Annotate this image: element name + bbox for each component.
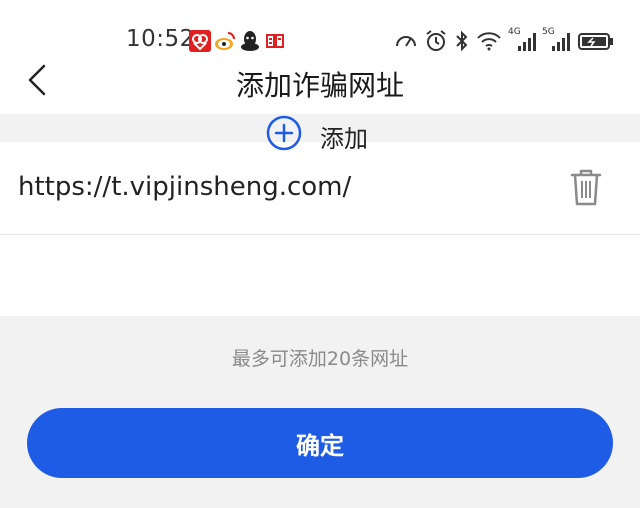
bluetooth-icon	[454, 29, 470, 53]
battery-icon	[578, 29, 614, 53]
signal-4g-icon: 4G	[508, 27, 536, 53]
status-bar: 10:52 4G 5G	[0, 22, 640, 58]
add-url-button[interactable]	[0, 235, 640, 316]
alarm-icon	[424, 29, 448, 53]
system-icons: 4G 5G	[394, 27, 614, 54]
confirm-button[interactable]: 确定	[27, 408, 613, 478]
plus-circle-icon[interactable]	[266, 115, 302, 151]
url-list-item: https://t.vipjinsheng.com/	[0, 142, 640, 235]
top-bar: 10:52 4G 5G 添加诈骗网址	[0, 0, 640, 114]
wifi-icon	[476, 29, 502, 53]
url-text[interactable]: https://t.vipjinsheng.com/	[18, 172, 351, 202]
weibo-icon	[215, 32, 235, 50]
add-url-label[interactable]: 添加	[320, 119, 368, 154]
speed-icon	[394, 29, 418, 53]
status-time: 10:52	[126, 26, 195, 52]
page-title: 添加诈骗网址	[235, 69, 404, 102]
limit-hint: 最多可添加20条网址	[231, 348, 409, 370]
signal-5g-icon: 5G	[542, 27, 572, 53]
navigation-bar: 添加诈骗网址	[0, 58, 640, 110]
trash-icon	[570, 169, 602, 206]
mail-notification-icon	[266, 34, 284, 48]
app-notification-icon	[189, 30, 211, 52]
delete-url-button[interactable]	[566, 166, 606, 210]
qq-icon	[241, 31, 259, 51]
url-list-card: https://t.vipjinsheng.com/	[0, 142, 640, 316]
